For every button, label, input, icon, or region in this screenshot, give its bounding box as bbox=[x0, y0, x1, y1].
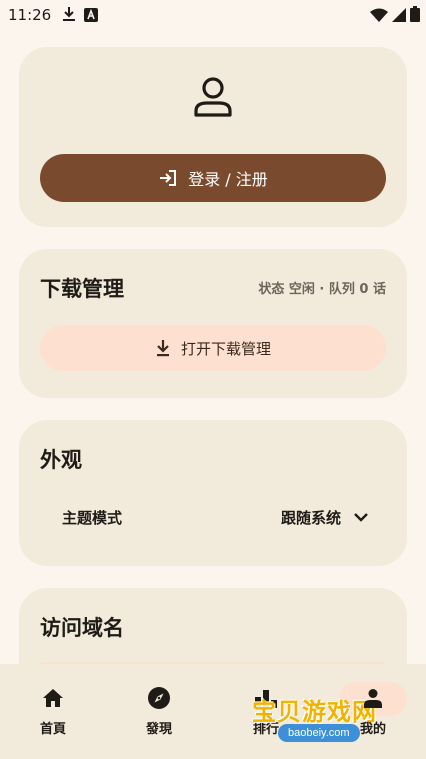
account-card: 登录 / 注册 bbox=[19, 47, 407, 227]
nav-item-mine[interactable]: 我的 bbox=[320, 682, 426, 737]
wifi-icon bbox=[370, 7, 388, 26]
nav-label-discover: 發現 bbox=[145, 722, 172, 737]
open-download-manager-label: 打开下载管理 bbox=[180, 339, 271, 358]
download-icon bbox=[155, 339, 171, 357]
home-icon bbox=[42, 684, 64, 712]
nav-item-ranking[interactable]: 排行 bbox=[213, 684, 319, 737]
person-icon bbox=[193, 75, 233, 119]
nav-label-home: 首頁 bbox=[39, 722, 66, 737]
login-arrow-icon bbox=[158, 168, 178, 188]
nav-label-ranking: 排行 bbox=[252, 722, 279, 737]
appearance-card: 外观 主题模式 跟随系统 bbox=[19, 420, 407, 566]
download-notification-icon bbox=[62, 6, 76, 26]
ranking-icon bbox=[254, 684, 278, 712]
person-icon bbox=[363, 684, 383, 712]
open-download-manager-button[interactable]: 打开下载管理 bbox=[40, 325, 386, 371]
status-right-icons bbox=[370, 6, 420, 26]
bottom-navigation: 首頁 發現 排行 我的 bbox=[0, 664, 426, 759]
appearance-title: 外观 bbox=[40, 448, 82, 472]
login-register-label: 登录 / 注册 bbox=[188, 170, 268, 189]
nav-item-home[interactable]: 首頁 bbox=[0, 684, 106, 737]
download-card: 下载管理 状态 空闲 · 队列 0 话 打开下载管理 bbox=[19, 249, 407, 398]
signal-icon bbox=[392, 7, 406, 26]
download-status: 状态 空闲 · 队列 0 话 bbox=[258, 282, 386, 297]
settings-content[interactable]: 登录 / 注册 下载管理 状态 空闲 · 队列 0 话 打开下载管理 外观 主题… bbox=[0, 30, 426, 664]
theme-mode-value: 跟随系统 bbox=[280, 508, 341, 527]
download-title: 下载管理 bbox=[40, 277, 124, 301]
status-left-icons bbox=[62, 6, 98, 26]
compass-icon bbox=[147, 684, 171, 712]
chevron-down-icon bbox=[353, 512, 369, 522]
battery-icon bbox=[410, 6, 420, 26]
login-register-button[interactable]: 登录 / 注册 bbox=[40, 154, 386, 202]
app-notification-icon bbox=[84, 7, 98, 26]
theme-mode-label: 主题模式 bbox=[62, 509, 123, 527]
status-bar: 11:26 bbox=[0, 0, 426, 30]
theme-mode-select[interactable]: 跟随系统 bbox=[281, 502, 369, 532]
status-time: 11:26 bbox=[8, 6, 52, 24]
theme-mode-row: 主题模式 跟随系统 bbox=[19, 494, 407, 538]
domain-title: 访问域名 bbox=[40, 616, 124, 640]
domain-card: 访问域名 bbox=[19, 588, 407, 664]
nav-label-mine: 我的 bbox=[359, 722, 386, 737]
nav-item-discover[interactable]: 發現 bbox=[106, 684, 212, 737]
